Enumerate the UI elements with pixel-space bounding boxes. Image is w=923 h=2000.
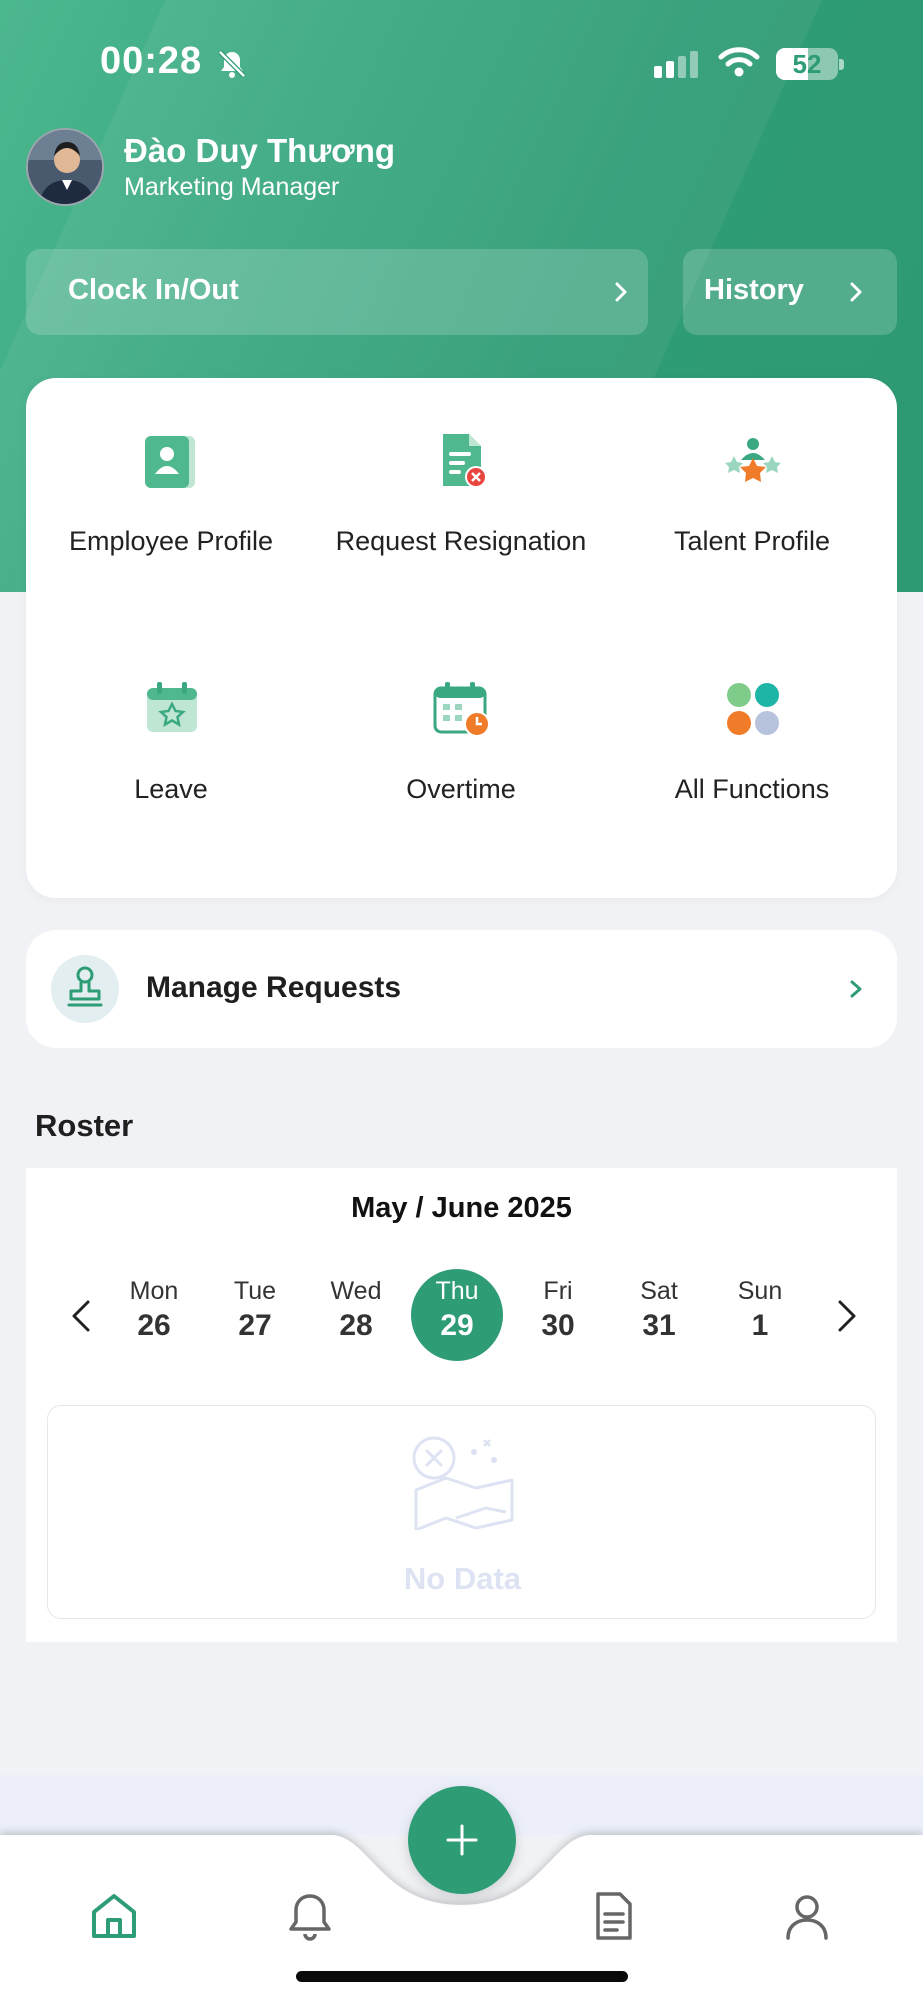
leave-calendar-icon — [147, 682, 197, 732]
function-overtime[interactable]: Overtime — [316, 626, 606, 826]
day-name: Tue — [233, 1277, 277, 1305]
clock-in-out-button[interactable]: Clock In/Out — [26, 249, 648, 335]
function-request-resignation[interactable]: Request Resignation — [316, 378, 606, 578]
clock-in-out-label: Clock In/Out — [68, 274, 239, 306]
roster-month: May / June 2025 — [351, 1192, 572, 1224]
chevron-right-icon — [850, 980, 862, 998]
request-resignation-icon — [443, 434, 487, 488]
profile-icon[interactable] — [779, 1888, 835, 1944]
day-date: 26 — [137, 1309, 171, 1342]
notifications-icon[interactable] — [282, 1888, 338, 1944]
day-name: Sat — [640, 1277, 678, 1305]
day-name: Fri — [543, 1277, 573, 1305]
day-name: Wed — [330, 1277, 382, 1305]
function-leave[interactable]: Leave — [26, 626, 316, 826]
plus-icon — [446, 1824, 478, 1856]
wifi-icon — [718, 47, 760, 77]
status-bar: 00:28 52 — [0, 36, 923, 86]
day-name: Thu — [435, 1277, 479, 1305]
documents-icon[interactable] — [586, 1888, 642, 1944]
day-date: 27 — [238, 1309, 272, 1342]
day-date: 1 — [751, 1309, 769, 1342]
user-role: Marketing Manager — [124, 173, 340, 201]
manage-requests-button[interactable]: Manage Requests — [26, 930, 897, 1048]
avatar[interactable] — [26, 128, 104, 206]
day-sat[interactable]: Sat 31 — [613, 1269, 705, 1361]
status-time: 00:28 — [100, 40, 203, 82]
no-data-icon — [412, 1436, 514, 1530]
roster-title: Roster — [35, 1108, 134, 1143]
function-label: Request Resignation — [335, 526, 587, 556]
day-thu-selected[interactable]: Thu 29 — [411, 1269, 503, 1361]
roster-empty-state: No Data — [47, 1405, 876, 1619]
battery-percent: 52 — [792, 49, 822, 79]
battery-indicator: 52 — [776, 48, 844, 82]
functions-card: Employee Profile Request Resignation Tal… — [26, 378, 897, 898]
day-tue[interactable]: Tue 27 — [209, 1269, 301, 1361]
day-sun[interactable]: Sun 1 — [714, 1269, 806, 1361]
function-all-functions[interactable]: All Functions — [607, 626, 897, 826]
history-label: History — [704, 274, 804, 306]
roster-card: May / June 2025 Mon 26 Tue 27 Wed 28 Thu… — [26, 1168, 897, 1642]
stamp-icon — [51, 955, 119, 1023]
chevron-right-icon — [615, 282, 627, 302]
function-talent-profile[interactable]: Talent Profile — [607, 378, 897, 578]
day-name: Sun — [737, 1277, 783, 1305]
function-employee-profile[interactable]: Employee Profile — [26, 378, 316, 578]
overtime-calendar-icon — [433, 682, 490, 737]
function-label: Talent Profile — [673, 526, 831, 556]
day-date: 28 — [339, 1309, 373, 1342]
day-date: 29 — [440, 1309, 474, 1342]
function-label: Leave — [134, 774, 208, 804]
day-date: 31 — [642, 1309, 676, 1342]
all-functions-icon — [727, 683, 779, 735]
manage-requests-label: Manage Requests — [146, 971, 402, 1004]
employee-profile-icon — [145, 436, 195, 488]
history-button[interactable]: History — [683, 249, 897, 335]
day-mon[interactable]: Mon 26 — [108, 1269, 200, 1361]
day-wed[interactable]: Wed 28 — [310, 1269, 402, 1361]
function-label: All Functions — [674, 774, 830, 804]
chevron-left-icon[interactable] — [62, 1294, 102, 1338]
home-icon[interactable] — [86, 1888, 142, 1944]
day-date: 30 — [541, 1309, 575, 1342]
function-label: Overtime — [406, 774, 516, 804]
add-button[interactable] — [408, 1786, 516, 1894]
user-name: Đào Duy Thương — [124, 132, 396, 169]
function-label: Employee Profile — [68, 526, 274, 556]
chevron-right-icon — [850, 282, 862, 302]
talent-profile-icon — [725, 438, 781, 482]
chevron-right-icon[interactable] — [826, 1294, 866, 1338]
day-name: Mon — [129, 1277, 179, 1305]
signal-icon — [654, 51, 698, 78]
silent-bell-icon — [218, 50, 246, 78]
home-indicator — [296, 1971, 628, 1982]
day-fri[interactable]: Fri 30 — [512, 1269, 604, 1361]
no-data-label: No Data — [403, 1561, 522, 1596]
